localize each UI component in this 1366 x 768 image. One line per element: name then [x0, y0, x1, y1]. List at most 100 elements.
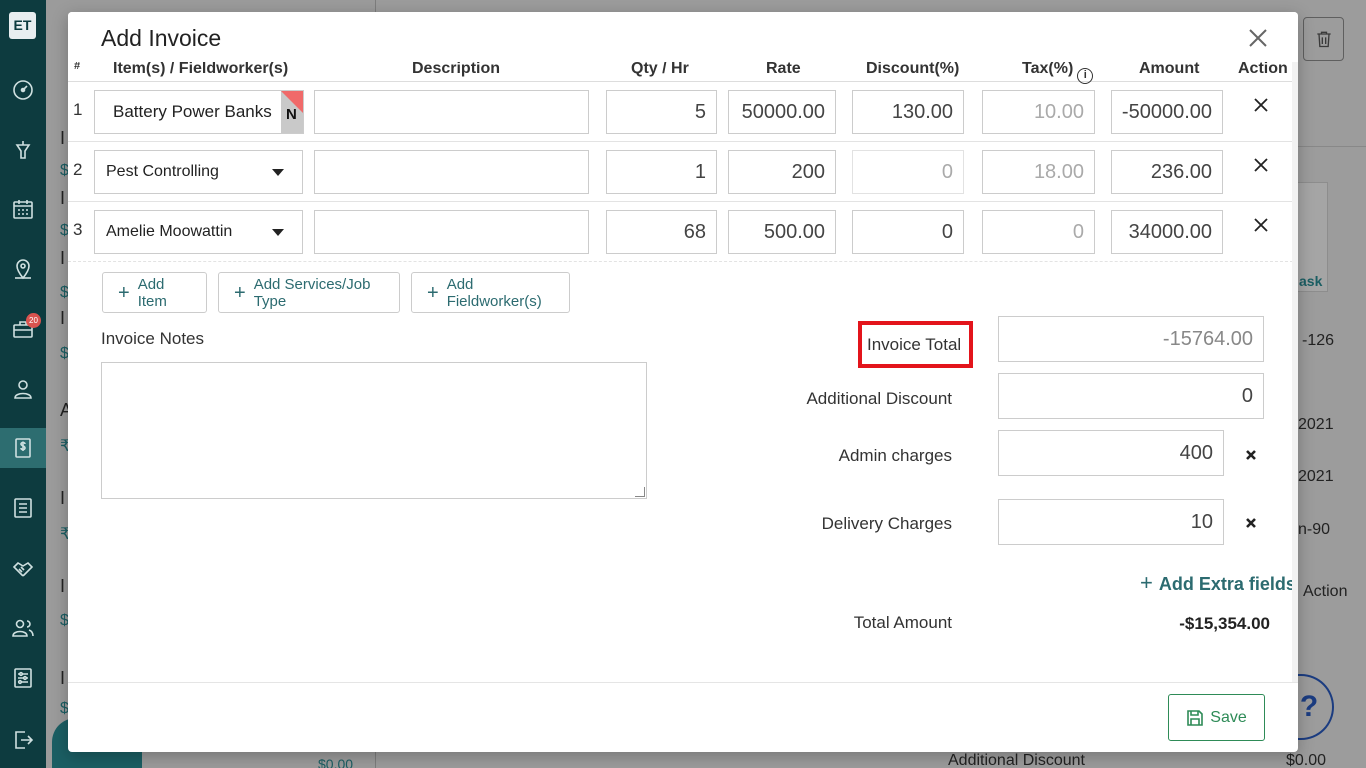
bg-list-letter: I	[60, 668, 66, 688]
plus-icon: +	[118, 281, 130, 304]
discount-input[interactable]: 130.00	[852, 90, 964, 134]
bg-list-letter: I	[60, 308, 66, 328]
tax-input[interactable]: 10.00	[982, 90, 1095, 134]
bg-list-letter: I	[60, 188, 66, 208]
qty-input[interactable]: 1	[606, 150, 717, 194]
save-label: Save	[1210, 708, 1247, 726]
add-extra-fields-label: Add Extra fields	[1158, 574, 1296, 594]
bg-detail-text: 2021	[1298, 416, 1334, 433]
briefcase-icon[interactable]: 20	[0, 309, 46, 349]
add-fieldworker-button[interactable]: + Add Fieldworker(s)	[411, 272, 570, 313]
item-input[interactable]: Battery Power Banks N	[94, 90, 304, 134]
add-services-button[interactable]: + Add Services/Job Type	[218, 272, 400, 313]
item-name: Amelie Moowattin	[106, 223, 233, 240]
bg-list-letter: I	[60, 128, 66, 148]
row-number: 2	[73, 160, 83, 179]
admin-charges-input[interactable]: 400	[998, 430, 1224, 476]
col-action: Action	[1238, 60, 1288, 77]
description-input[interactable]	[314, 210, 589, 254]
settings-sliders-icon[interactable]	[0, 658, 46, 698]
description-input[interactable]	[314, 90, 589, 134]
close-icon[interactable]	[1245, 25, 1271, 51]
new-item-badge: N	[281, 91, 303, 133]
col-amount: Amount	[1139, 60, 1200, 77]
item-name: Pest Controlling	[106, 163, 219, 180]
plus-icon: +	[1140, 570, 1153, 595]
modal-scrollbar[interactable]	[1292, 62, 1298, 682]
col-item: Item(s) / Fieldworker(s)	[113, 60, 289, 77]
dashboard-icon[interactable]	[0, 70, 46, 110]
invoice-total-field[interactable]: -15764.00	[998, 316, 1264, 362]
footer-divider	[68, 682, 1298, 683]
col-discount: Discount(%)	[866, 60, 960, 77]
delivery-charges-input[interactable]: 10	[998, 499, 1224, 545]
invoice-dollar-icon[interactable]	[0, 428, 46, 468]
resize-grip-icon[interactable]	[635, 487, 645, 497]
bg-footer-value: $0.00	[1286, 752, 1327, 768]
bg-detail-text: 2021	[1298, 468, 1334, 485]
remove-row-icon[interactable]	[1253, 217, 1273, 237]
discount-input[interactable]: 0	[852, 150, 964, 194]
rate-input[interactable]: 500.00	[728, 210, 836, 254]
col-tax: Tax(%) i	[1022, 60, 1094, 84]
funnel-icon[interactable]	[0, 130, 46, 170]
admin-charges-label: Admin charges	[838, 446, 952, 465]
amount-input[interactable]: -50000.00	[1111, 90, 1223, 134]
col-rate: Rate	[766, 60, 801, 77]
amount-input[interactable]: 236.00	[1111, 150, 1223, 194]
amount-input[interactable]: 34000.00	[1111, 210, 1223, 254]
caret-down-icon	[272, 169, 284, 176]
user-icon[interactable]	[0, 369, 46, 409]
remove-row-icon[interactable]	[1253, 97, 1273, 117]
map-pin-icon[interactable]	[0, 249, 46, 289]
qty-input[interactable]: 5	[606, 90, 717, 134]
modal-title: Add Invoice	[101, 25, 222, 51]
users-icon[interactable]	[0, 608, 46, 648]
sidebar: ET 20	[0, 0, 46, 768]
item-select[interactable]: Pest Controlling	[94, 150, 303, 194]
trash-icon[interactable]	[1303, 17, 1344, 61]
bg-list-letter: I	[60, 488, 66, 508]
invoice-notes-textarea[interactable]	[101, 362, 647, 499]
qty-input[interactable]: 68	[606, 210, 717, 254]
add-extra-fields-button[interactable]: + Add Extra fields	[1140, 570, 1296, 596]
remove-admin-charges-icon[interactable]	[1244, 448, 1258, 462]
col-qty: Qty / Hr	[631, 60, 689, 77]
tax-input[interactable]: 18.00	[982, 150, 1095, 194]
new-item-badge-letter: N	[286, 106, 297, 123]
delivery-charges-label: Delivery Charges	[821, 514, 952, 533]
remove-row-icon[interactable]	[1253, 157, 1273, 177]
table-row: 1 Battery Power Banks N 5 50000.00 130.0…	[68, 82, 1298, 142]
rate-input[interactable]: 50000.00	[728, 90, 836, 134]
total-amount-label: Total Amount	[853, 613, 952, 632]
additional-discount-label: Additional Discount	[806, 389, 952, 408]
row-number: 1	[73, 100, 83, 119]
remove-delivery-charges-icon[interactable]	[1244, 516, 1258, 530]
modal-header: Add Invoice	[68, 12, 1298, 62]
add-fieldworker-label: Add Fieldworker(s)	[446, 275, 542, 310]
plus-icon: +	[234, 281, 246, 304]
logout-icon[interactable]	[0, 720, 46, 760]
item-select[interactable]: Amelie Moowattin	[94, 210, 303, 254]
caret-down-icon	[272, 229, 284, 236]
item-name: Battery Power Banks	[113, 102, 272, 121]
discount-input[interactable]: 0	[852, 210, 964, 254]
tax-input[interactable]: 0	[982, 210, 1095, 254]
add-item-button[interactable]: + Add Item	[102, 272, 207, 313]
handshake-icon[interactable]	[0, 548, 46, 588]
add-services-label: Add Services/Job Type	[253, 275, 371, 310]
additional-discount-input[interactable]: 0	[998, 373, 1264, 419]
save-button[interactable]: Save	[1168, 694, 1265, 741]
col-tax-label: Tax(%)	[1022, 60, 1074, 77]
list-icon[interactable]	[0, 488, 46, 528]
calendar-icon[interactable]	[0, 189, 46, 229]
add-invoice-modal: # Item(s) / Fieldworker(s) Description Q…	[68, 12, 1298, 752]
app-logo[interactable]: ET	[9, 12, 36, 39]
bg-list-letter: I	[60, 576, 66, 596]
invoice-total-highlight: Invoice Total	[858, 321, 973, 368]
add-item-label: Add Item	[137, 275, 167, 310]
table-row: 2 Pest Controlling 1 200 0 18.00 236.00	[68, 142, 1298, 202]
rate-input[interactable]: 200	[728, 150, 836, 194]
save-icon	[1187, 709, 1204, 726]
description-input[interactable]	[314, 150, 589, 194]
